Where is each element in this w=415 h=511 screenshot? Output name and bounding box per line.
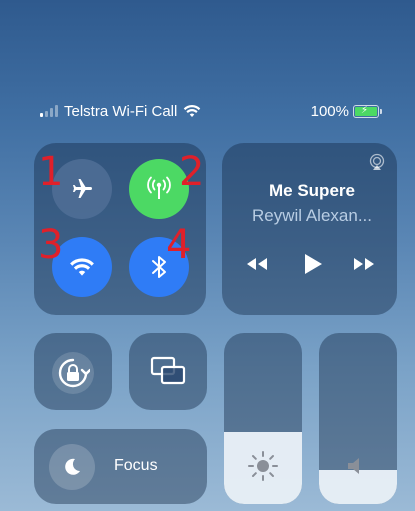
- screen-mirroring-icon: [150, 356, 186, 385]
- battery-icon: ⚡: [353, 104, 382, 118]
- sun-icon: [248, 451, 278, 481]
- battery-percent: 100%: [310, 102, 349, 120]
- brightness-slider[interactable]: [224, 333, 302, 504]
- artist-name: Reywil Alexan...: [252, 206, 372, 225]
- signal-strength-icon: [40, 105, 58, 117]
- annotation-4: 4: [166, 222, 192, 268]
- focus-icon-circle: [49, 444, 95, 490]
- airplane-icon: [73, 179, 92, 198]
- rotation-lock-icon: [58, 358, 90, 388]
- carrier-name: Telstra Wi-Fi Call: [64, 102, 178, 120]
- annotation-1: 1: [38, 149, 64, 195]
- annotation-3: 3: [38, 222, 64, 268]
- focus-label: Focus: [114, 457, 158, 474]
- fast-forward-button[interactable]: [352, 254, 378, 274]
- wifi-status-icon: [184, 105, 201, 117]
- volume-slider[interactable]: [319, 333, 397, 504]
- song-title: Me Supere: [269, 181, 355, 200]
- charging-bolt-icon: ⚡: [361, 104, 369, 116]
- airplay-icon[interactable]: [368, 153, 386, 171]
- speaker-icon: [348, 458, 359, 474]
- status-bar: Telstra Wi-Fi Call 100% ⚡: [40, 100, 382, 122]
- carrier-group: Telstra Wi-Fi Call: [40, 103, 201, 120]
- battery-group: 100% ⚡: [310, 102, 382, 120]
- play-button[interactable]: [300, 251, 324, 277]
- cellular-antenna-icon: [147, 176, 171, 199]
- rewind-button[interactable]: [243, 254, 269, 274]
- annotation-2: 2: [179, 149, 205, 195]
- wifi-icon: [70, 258, 94, 276]
- moon-icon: [65, 458, 80, 475]
- control-center: Telstra Wi-Fi Call 100% ⚡ 1 2 3 4 Me Sup…: [0, 0, 415, 511]
